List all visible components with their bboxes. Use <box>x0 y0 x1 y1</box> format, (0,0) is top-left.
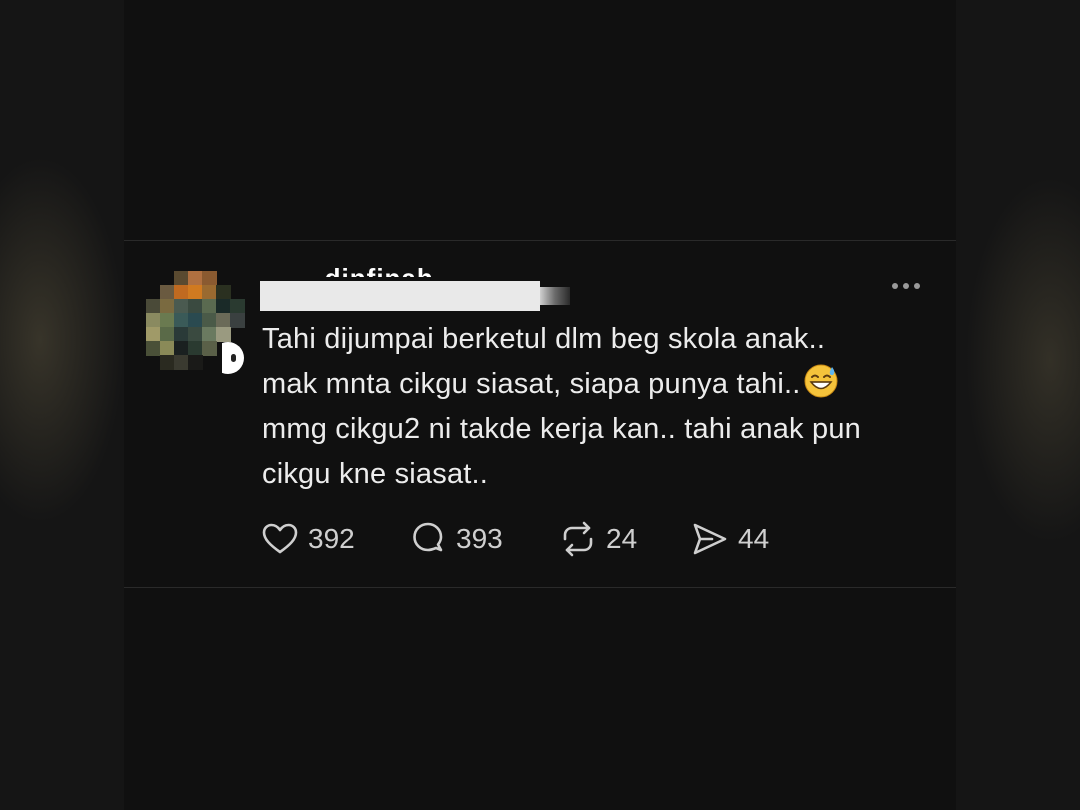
avatar-pixel <box>202 285 217 300</box>
avatar-pixel <box>160 299 175 314</box>
reply-button[interactable]: 393 <box>408 519 503 559</box>
username-area[interactable]: ...dinfinah... <box>260 263 600 319</box>
avatar-pixel <box>202 313 217 328</box>
grinning-face-with-sweat-emoji <box>804 364 838 398</box>
speech-bubble-icon <box>413 522 443 552</box>
avatar-pixel <box>216 299 231 314</box>
share-count: 44 <box>738 523 770 554</box>
avatar-pixel <box>174 313 189 328</box>
avatar-pixel <box>174 355 189 370</box>
avatar-pixel <box>174 271 189 286</box>
heart-icon <box>262 523 298 554</box>
avatar-pixel <box>216 327 231 342</box>
avatar-pixel <box>202 271 217 286</box>
avatar-pixel <box>188 341 203 356</box>
username-redaction-tail <box>540 287 570 305</box>
post-content-line: Tahi dijumpai berketul dlm beg skola ana… <box>262 323 826 355</box>
avatar-pixel <box>146 341 161 356</box>
avatar-pixel <box>174 299 189 314</box>
avatar-pixel <box>160 327 175 342</box>
avatar-pixel <box>230 313 245 328</box>
repost-icon <box>563 521 593 557</box>
reply-count: 393 <box>456 523 503 554</box>
post-content-line: mmg cikgu2 ni takde kerja kan.. tahi ana… <box>262 413 861 445</box>
avatar-pixel <box>216 313 231 328</box>
repost-button[interactable]: 24 <box>558 519 637 559</box>
avatar-pixel <box>174 341 189 356</box>
avatar-pixel <box>188 271 203 286</box>
like-count: 392 <box>308 523 355 554</box>
avatar-pixel <box>146 327 161 342</box>
avatar-pixel <box>160 285 175 300</box>
post-content-line: mak mnta cikgu siasat, siapa punya tahi.… <box>262 362 942 407</box>
repost-count: 24 <box>606 523 638 554</box>
username-redaction <box>260 281 540 311</box>
avatar-pixel <box>188 299 203 314</box>
post-content-line: cikgu kne siasat.. <box>262 458 489 490</box>
send-icon <box>693 523 727 555</box>
share-button[interactable]: 44 <box>690 519 769 559</box>
avatar-pixel <box>202 327 217 342</box>
avatar-pixel <box>160 355 175 370</box>
avatar-pixel <box>188 285 203 300</box>
avatar-pixel <box>174 327 189 342</box>
avatar-pixel <box>202 341 217 356</box>
action-bar: 392 393 24 44 <box>260 519 860 559</box>
avatar-pixel <box>188 355 203 370</box>
more-dots-icon[interactable] <box>886 280 926 292</box>
post-card[interactable]: ...dinfinah... Tahi dijumpai berketul dl… <box>124 240 956 588</box>
avatar-pixel <box>216 285 231 300</box>
post-content: Tahi dijumpai berketul dlm beg skola ana… <box>262 317 942 497</box>
avatar-pixel <box>160 313 175 328</box>
follow-badge-icon <box>231 354 236 362</box>
avatar-pixel <box>188 313 203 328</box>
avatar-pixel <box>202 299 217 314</box>
avatar-pixel <box>146 299 161 314</box>
avatar-pixel <box>146 313 161 328</box>
avatar-pixel <box>160 341 175 356</box>
avatar-pixel <box>230 299 245 314</box>
avatar-pixel <box>174 285 189 300</box>
avatar-pixel <box>188 327 203 342</box>
like-button[interactable]: 392 <box>260 519 355 559</box>
